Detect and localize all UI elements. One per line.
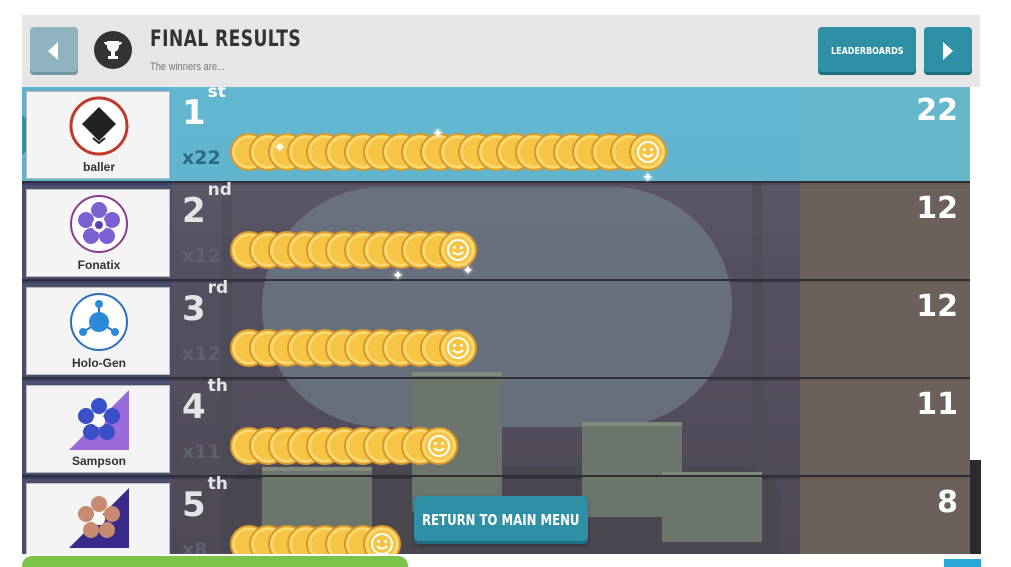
player-score: 11 <box>916 387 958 422</box>
rank-label: 2nd <box>182 180 232 231</box>
rank-suffix: th <box>207 375 228 396</box>
molecule-icon <box>69 292 129 352</box>
avatar-card[interactable] <box>26 483 170 554</box>
player-name: Holo-Gen <box>72 356 126 370</box>
coin-multiplier: x8 <box>182 539 208 554</box>
rank-number: 1 <box>182 93 206 133</box>
arrow-left-icon <box>48 42 58 60</box>
coin-multiplier: x12 <box>182 245 221 267</box>
edge-shadow <box>970 460 981 554</box>
rank-label: 3rd <box>182 278 228 329</box>
player-row: Fonatix 2nd x12 12 <box>22 180 970 281</box>
header-bar: FINAL RESULTS The winners are... LEADERB… <box>22 15 980 87</box>
avatar-card[interactable]: baller <box>26 91 170 179</box>
rank-label: 5th <box>182 474 228 525</box>
coin-icon <box>420 427 458 465</box>
sparkle-icon: ✦ <box>462 262 474 278</box>
rank-number: 3 <box>182 289 206 329</box>
rank-suffix: rd <box>207 277 229 298</box>
sparkle-icon: ✦ <box>274 139 286 155</box>
footer-blue-tab <box>944 559 981 567</box>
coin-multiplier: x22 <box>182 147 221 169</box>
next-button[interactable] <box>924 27 972 75</box>
return-button-label: RETURN TO MAIN MENU <box>422 511 580 529</box>
player-score: 8 <box>937 485 958 520</box>
player-row: Holo-Gen 3rd x12 12 <box>22 278 970 379</box>
player-score: 12 <box>916 191 958 226</box>
leaderboards-label: LEADERBOARDS <box>830 45 904 57</box>
leaderboards-button[interactable]: LEADERBOARDS <box>818 27 916 75</box>
diamond-badge-icon <box>69 96 129 156</box>
back-button[interactable] <box>30 27 78 75</box>
player-score: 22 <box>916 93 958 128</box>
flower-triangle-icon <box>69 390 129 450</box>
rank-label: 1st <box>182 87 226 133</box>
coin-multiplier: x12 <box>182 343 221 365</box>
player-name: Sampson <box>71 454 126 468</box>
player-row: baller 1st x22 22 <box>22 87 970 183</box>
page-title: FINAL RESULTS <box>150 27 302 52</box>
avatar-card[interactable]: Sampson <box>26 385 170 473</box>
coin-icon <box>363 525 401 554</box>
rank-suffix: th <box>207 473 228 494</box>
rank-suffix: nd <box>207 179 232 200</box>
page-subtitle: The winners are... <box>150 61 225 73</box>
trophy-icon <box>94 31 132 69</box>
return-to-main-menu-button[interactable]: RETURN TO MAIN MENU <box>414 496 588 544</box>
coin-icon <box>439 329 477 367</box>
rank-number: 4 <box>182 387 206 427</box>
rank-suffix: st <box>207 87 226 102</box>
player-row: Sampson 4th x11 11 <box>22 376 970 477</box>
sparkle-icon: ✦ <box>432 125 444 141</box>
avatar-card[interactable]: Fonatix <box>26 189 170 277</box>
coin-icon <box>629 133 667 171</box>
player-name: Fonatix <box>77 258 121 272</box>
arrow-right-icon <box>943 42 953 60</box>
flower-triangle-dark-icon <box>69 488 129 548</box>
coin-multiplier: x11 <box>182 441 221 463</box>
results-board: baller 1st x22 22 Fonatix 2nd x12 12 Holo-Gen 3rd… <box>22 87 970 554</box>
sparkle-icon: ✦ <box>642 169 654 185</box>
purple-flower-icon <box>69 194 129 254</box>
rank-number: 5 <box>182 485 206 525</box>
sparkle-icon: ✦ <box>392 267 404 283</box>
avatar-card[interactable]: Holo-Gen <box>26 287 170 375</box>
footer-green-bar <box>22 556 408 567</box>
rank-label: 4th <box>182 376 228 427</box>
player-score: 12 <box>916 289 958 324</box>
rank-number: 2 <box>182 191 206 231</box>
player-name: baller <box>82 160 115 174</box>
